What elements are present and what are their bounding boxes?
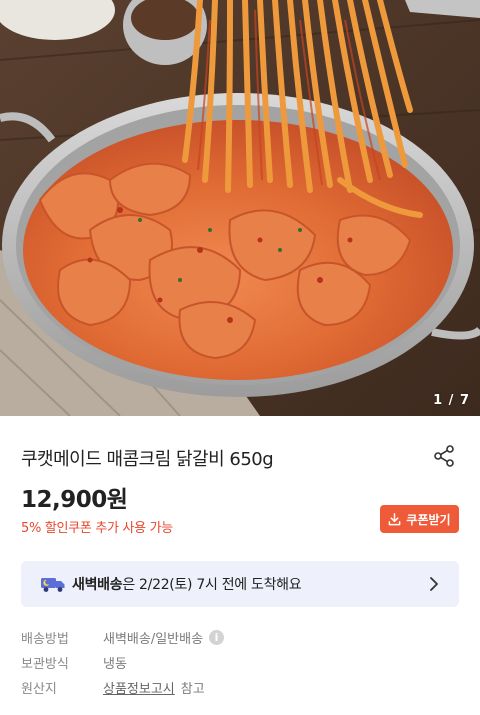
- chevron-right-icon: [430, 577, 438, 591]
- detail-value: 새벽배송/일반배송: [103, 632, 204, 647]
- detail-row-shipping: 배송방법 새벽배송/일반배송 i: [21, 625, 225, 650]
- product-price: 12,900원: [21, 487, 128, 513]
- share-button[interactable]: [428, 440, 460, 472]
- coupon-download-button[interactable]: 쿠폰받기: [380, 505, 459, 533]
- delivery-text: 새벽배송은 2/22(토) 7시 전에 도착해요: [72, 574, 302, 594]
- product-image[interactable]: 1 / 7: [0, 0, 480, 416]
- detail-label: 배송방법: [21, 632, 69, 647]
- detail-label: 원산지: [21, 682, 57, 697]
- gallery-counter: 1 / 7: [433, 393, 470, 408]
- product-details: 배송방법 새벽배송/일반배송 i 보관방식 냉동 원산지 상품정보고시 참고: [21, 625, 225, 700]
- info-icon[interactable]: i: [209, 630, 225, 645]
- coupon-download-label: 쿠폰받기: [406, 512, 451, 527]
- detail-row-storage: 보관방식 냉동: [21, 650, 224, 675]
- coupon-note: 5% 할인쿠폰 추가 사용 가능: [21, 521, 173, 536]
- detail-suffix: 참고: [180, 682, 205, 697]
- detail-label: 보관방식: [21, 657, 69, 672]
- delivery-type: 새벽배송: [72, 577, 123, 593]
- delivery-banner[interactable]: 새벽배송은 2/22(토) 7시 전에 도착해요: [21, 561, 459, 607]
- product-title: 쿠캣메이드 매콤크림 닭갈비 650g: [21, 449, 274, 470]
- download-icon: [389, 512, 401, 525]
- detail-value: 냉동: [103, 657, 127, 672]
- delivery-truck-icon: [41, 578, 65, 592]
- detail-row-origin: 원산지 상품정보고시 참고: [21, 675, 224, 700]
- product-notice-link[interactable]: 상품정보고시: [103, 678, 175, 697]
- product-photo: [0, 0, 480, 416]
- delivery-eta: 은 2/22(토) 7시 전에 도착해요: [122, 577, 302, 593]
- share-icon: [434, 445, 454, 467]
